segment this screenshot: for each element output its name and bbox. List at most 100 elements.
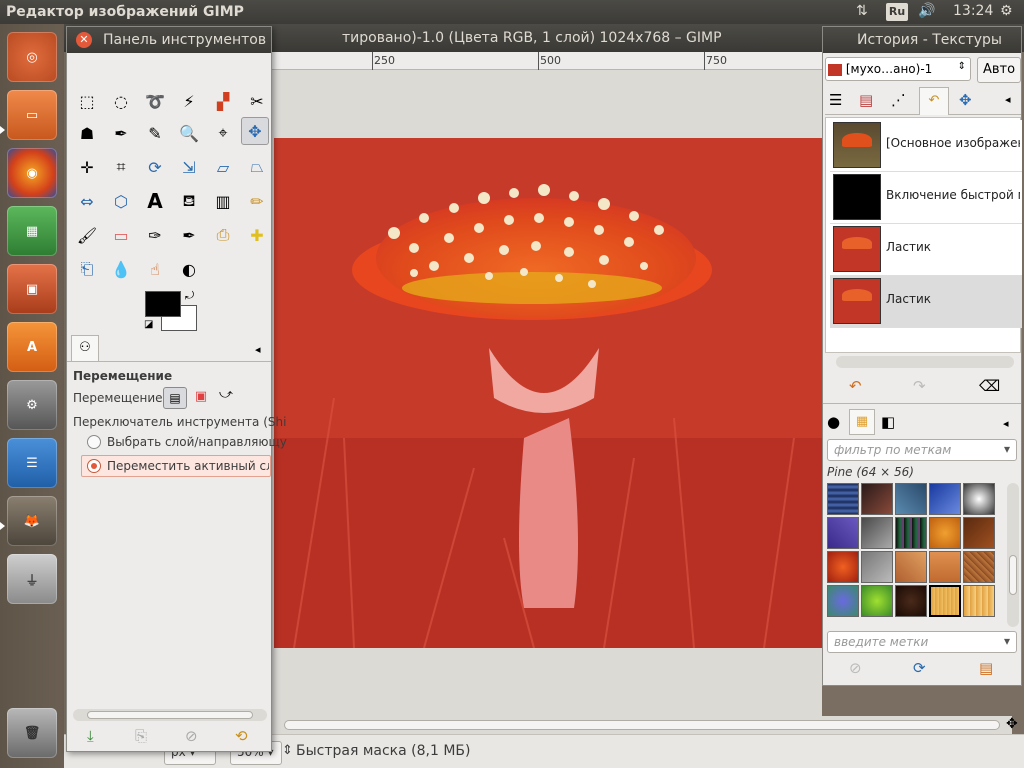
clock[interactable]: 13:24 — [953, 3, 993, 19]
volume-icon[interactable]: 🔊 — [918, 3, 935, 19]
fuzzy-select-tool-icon[interactable]: ⚡ — [175, 87, 203, 115]
history-item[interactable]: Включение быстрой ма — [830, 172, 1022, 224]
gimp-icon[interactable]: 🦊 — [7, 496, 57, 546]
image-canvas[interactable] — [274, 138, 822, 648]
radio-pick-layer[interactable] — [87, 435, 101, 449]
move-tool-icon[interactable]: ✥ — [241, 117, 269, 145]
blur-tool-icon[interactable]: 💧 — [107, 255, 135, 283]
free-select-tool-icon[interactable]: ➰ — [141, 87, 169, 115]
default-colors-icon[interactable]: ◪ — [144, 319, 153, 330]
tab-paths-icon[interactable]: ⋰ — [891, 91, 906, 109]
toolbox-hscroll[interactable] — [73, 709, 267, 721]
move-layer-mode-icon[interactable]: ▤ — [163, 387, 187, 409]
redo-icon[interactable]: ↷ — [913, 377, 926, 395]
firefox-icon[interactable]: ◉ — [7, 148, 57, 198]
ellipse-select-tool-icon[interactable]: ◌ — [107, 87, 135, 115]
software-center-icon[interactable]: A — [7, 322, 57, 372]
text-tool-icon[interactable]: A — [141, 187, 169, 215]
clear-history-icon[interactable]: ⌫ — [979, 377, 1000, 395]
pattern-grid[interactable] — [827, 483, 1005, 627]
zoom-tool-icon[interactable]: 🔍 — [175, 119, 203, 147]
restore-tool-preset-icon[interactable]: ⎘ — [135, 727, 147, 745]
airbrush-tool-icon[interactable]: ✑ — [141, 221, 169, 249]
perspective-tool-icon[interactable]: ⏢ — [243, 153, 271, 181]
tab-channels-icon[interactable]: ▤ — [859, 91, 873, 109]
libreoffice-calc-icon[interactable]: ▦ — [7, 206, 57, 256]
heal-tool-icon[interactable]: ✚ — [243, 221, 271, 249]
history-item[interactable]: Ластик — [830, 224, 1022, 276]
history-item[interactable]: [Основное изображени — [830, 120, 1022, 172]
status-arrows-icon[interactable]: ⇕ — [282, 743, 293, 758]
clone-tool-icon[interactable]: ⎙ — [209, 221, 237, 249]
files-icon[interactable]: ▭ — [7, 90, 57, 140]
measure-tool-icon[interactable]: ⌖ — [209, 119, 237, 147]
scrollbar-thumb[interactable] — [284, 720, 1000, 730]
delete-tool-preset-icon[interactable]: ⊘ — [185, 727, 198, 745]
navigate-icon[interactable]: ✥ — [1006, 716, 1018, 732]
move-selection-mode-icon[interactable]: ▣ — [193, 389, 209, 405]
color-select-tool-icon[interactable]: ▞ — [209, 87, 237, 115]
usb-drive-icon[interactable]: ⏚ — [7, 554, 57, 604]
shear-tool-icon[interactable]: ▱ — [209, 153, 237, 181]
libreoffice-impress-icon[interactable]: ▣ — [7, 264, 57, 314]
trash-icon[interactable]: 🗑 — [7, 708, 57, 758]
ubuntu-home-icon[interactable]: ◎ — [7, 32, 57, 82]
bucket-fill-tool-icon[interactable]: ⛾ — [175, 187, 203, 215]
refresh-patterns-icon[interactable]: ⟳ — [913, 659, 926, 677]
ruler-horizontal[interactable]: 250 500 750 — [272, 52, 822, 70]
crop-tool-icon[interactable]: ⌗ — [107, 153, 135, 181]
keyboard-layout-indicator[interactable]: Ru — [886, 3, 908, 21]
move-path-mode-icon[interactable]: ⤻ — [217, 387, 235, 405]
scale-tool-icon[interactable]: ⇲ — [175, 153, 203, 181]
libreoffice-writer-icon[interactable]: ☰ — [7, 438, 57, 488]
radio-move-active-layer[interactable] — [87, 459, 101, 473]
smudge-tool-icon[interactable]: ☝ — [141, 255, 169, 283]
auto-button[interactable]: Авто — [977, 57, 1021, 83]
pencil-tool-icon[interactable]: ✏ — [243, 187, 271, 215]
reset-tool-options-icon[interactable]: ⟲ — [235, 727, 248, 745]
paintbrush-tool-icon[interactable]: 🖌 — [73, 221, 101, 249]
save-tool-preset-icon[interactable]: ⤓ — [87, 727, 94, 745]
perspective-clone-tool-icon[interactable]: ⎗ — [73, 255, 101, 283]
blend-tool-icon[interactable]: ▥ — [209, 187, 237, 215]
system-settings-icon[interactable]: ⚙ — [7, 380, 57, 430]
tab-navigate-icon[interactable]: ✥ — [959, 91, 972, 109]
foreground-color-swatch[interactable] — [145, 291, 181, 317]
configure-tab-icon[interactable]: ◂ — [255, 343, 261, 356]
close-icon[interactable]: ✕ — [76, 32, 92, 48]
pattern-tags-input[interactable]: введите метки ▾ — [827, 631, 1017, 653]
foreground-select-tool-icon[interactable]: ☗ — [73, 119, 101, 147]
history-hscroll[interactable] — [836, 356, 1014, 368]
scissors-tool-icon[interactable]: ✂ — [243, 87, 271, 115]
cage-transform-tool-icon[interactable]: ⬡ — [107, 187, 135, 215]
horizontal-scrollbar[interactable] — [272, 716, 1012, 734]
dock-configure-icon[interactable]: ◂ — [1005, 93, 1011, 106]
pattern-vscroll[interactable] — [1007, 483, 1019, 627]
delete-pattern-icon[interactable]: ⊘ — [849, 659, 862, 677]
open-pattern-icon[interactable]: ▤ — [979, 659, 993, 677]
patterns-configure-icon[interactable]: ◂ — [1003, 417, 1009, 430]
flip-tool-icon[interactable]: ⇔ — [73, 187, 101, 215]
undo-icon[interactable]: ↶ — [849, 377, 862, 395]
tool-options-tab-icon[interactable]: ⚇ — [71, 335, 99, 361]
ink-tool-icon[interactable]: ✒ — [175, 221, 203, 249]
paths-tool-icon[interactable]: ✒ — [107, 119, 135, 147]
align-tool-icon[interactable]: ✛ — [73, 153, 101, 181]
history-item-selected[interactable]: Ластик — [830, 276, 1022, 328]
tab-layers-icon[interactable]: ☰ — [829, 91, 842, 109]
tab-history-icon[interactable]: ↶ — [919, 87, 949, 115]
pattern-filter-input[interactable]: фильтр по меткам ▾ — [827, 439, 1017, 461]
color-picker-tool-icon[interactable]: ✎ — [141, 119, 169, 147]
tab-gradients-icon[interactable]: ◧ — [881, 413, 895, 431]
eraser-tool-icon[interactable]: ▭ — [107, 221, 135, 249]
history-list[interactable]: [Основное изображени Включение быстрой м… — [825, 117, 1022, 368]
tab-brushes-icon[interactable]: ● — [827, 413, 840, 431]
tab-patterns-icon[interactable]: ▦ — [849, 409, 875, 435]
dodge-burn-tool-icon[interactable]: ◐ — [175, 255, 203, 283]
network-icon[interactable]: ⇅ — [856, 3, 868, 19]
image-select[interactable]: [мухо…ано)-1 ⇕ — [825, 57, 971, 81]
rect-select-tool-icon[interactable]: ⬚ — [73, 87, 101, 115]
swap-colors-icon[interactable]: ⤾ — [185, 289, 194, 303]
rotate-tool-icon[interactable]: ⟳ — [141, 153, 169, 181]
settings-gear-icon[interactable]: ⚙ — [1000, 3, 1013, 19]
